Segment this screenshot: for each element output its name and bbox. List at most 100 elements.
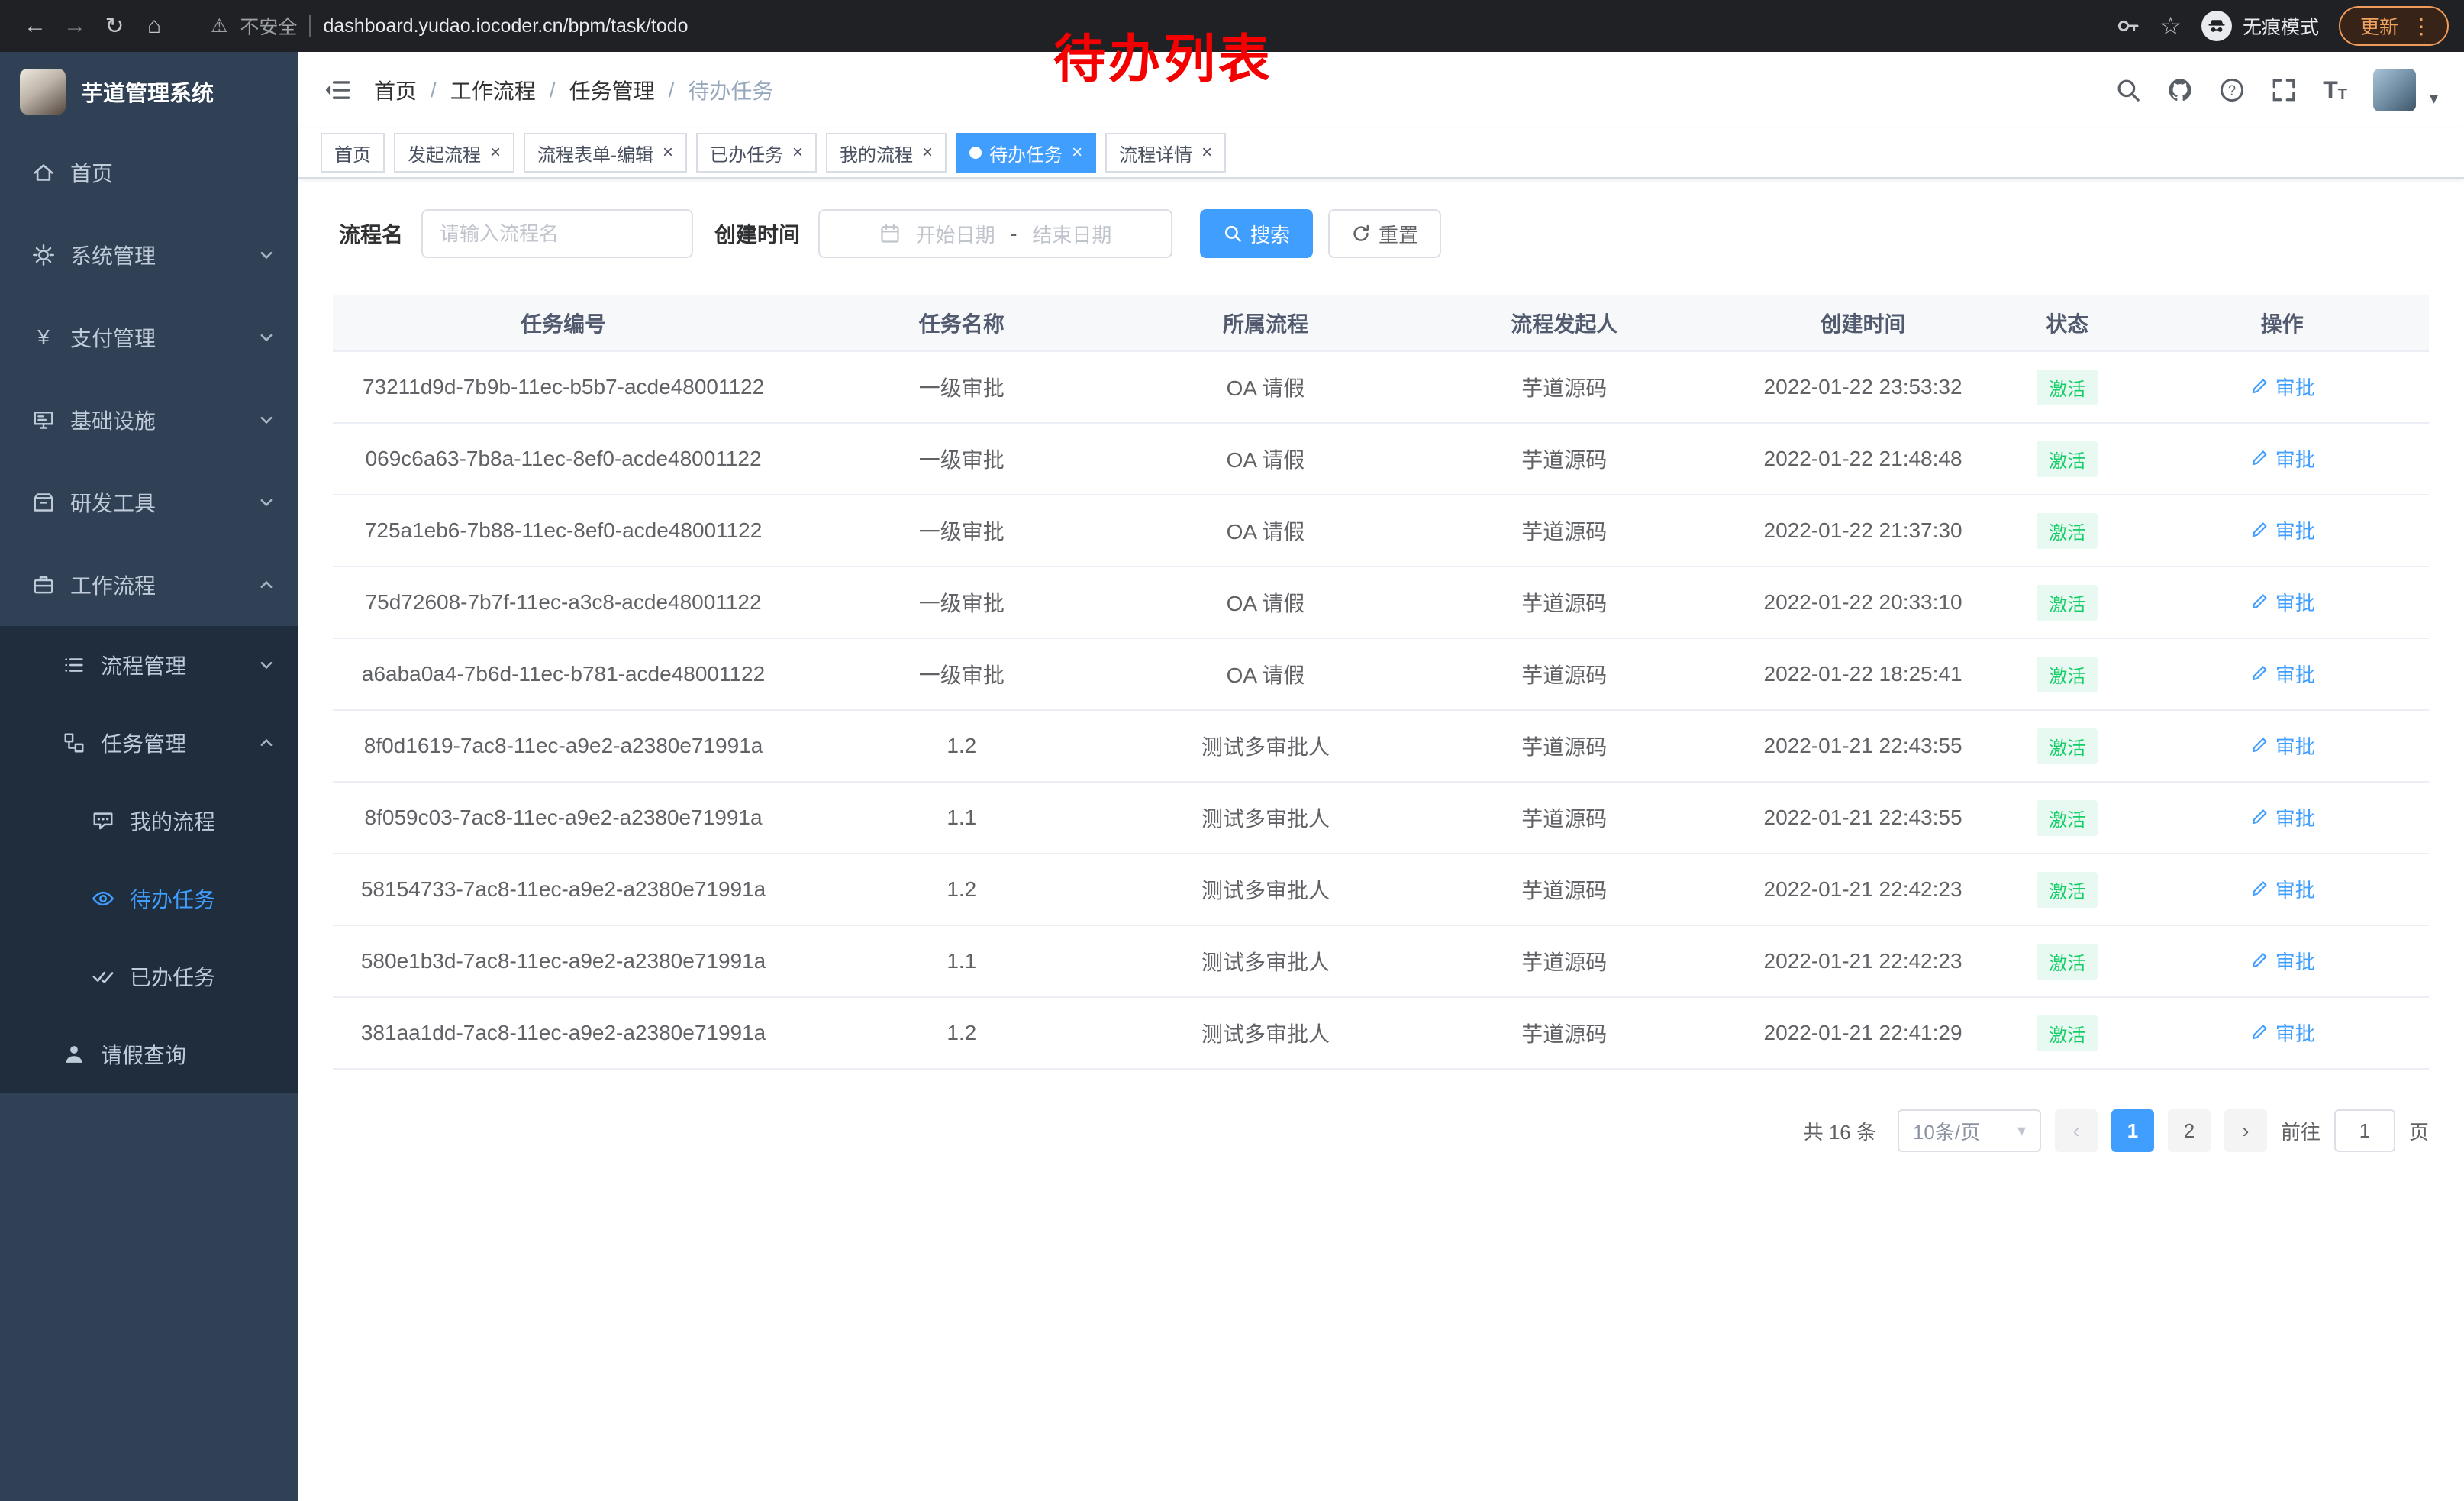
sidebar-item-infrastructure[interactable]: 基础设施 bbox=[0, 379, 298, 461]
update-button[interactable]: 更新 ⋮ bbox=[2339, 6, 2449, 46]
cell-initiator: 芋道源码 bbox=[1401, 351, 1727, 423]
goto-label: 前往 bbox=[2281, 1117, 2320, 1145]
sidebar-item-workflow[interactable]: 工作流程 bbox=[0, 544, 298, 626]
avatar-caret-icon[interactable]: ▾ bbox=[2430, 89, 2438, 111]
process-name-input[interactable] bbox=[421, 209, 693, 258]
tab-close-icon[interactable]: × bbox=[1201, 144, 1212, 162]
sidebar-collapse-icon[interactable] bbox=[324, 76, 351, 104]
cell-task-id: a6aba0a4-7b6d-11ec-b781-acde48001122 bbox=[333, 638, 794, 710]
tab-form-edit[interactable]: 流程表单-编辑 × bbox=[524, 133, 687, 173]
sidebar-item-payment[interactable]: ¥ 支付管理 bbox=[0, 296, 298, 379]
tab-close-icon[interactable]: × bbox=[490, 144, 501, 162]
approve-link[interactable]: 审批 bbox=[2250, 373, 2315, 401]
github-icon[interactable] bbox=[2167, 77, 2193, 103]
tab-close-icon[interactable]: × bbox=[663, 144, 673, 162]
end-date-placeholder: 结束日期 bbox=[1032, 220, 1111, 248]
breadcrumb-separator: / bbox=[550, 78, 556, 102]
breadcrumb-item[interactable]: 首页 bbox=[374, 75, 417, 105]
sidebar-item-leave-query[interactable]: 请假查询 bbox=[0, 1015, 298, 1093]
status-badge: 激活 bbox=[2037, 1015, 2098, 1051]
password-key-icon[interactable] bbox=[2115, 14, 2140, 38]
tab-done-task[interactable]: 已办任务 × bbox=[696, 133, 817, 173]
security-label[interactable]: 不安全 bbox=[240, 12, 297, 40]
tab-close-icon[interactable]: × bbox=[922, 144, 933, 162]
browser-menu-icon[interactable]: ⋮ bbox=[2411, 14, 2432, 39]
page-button-1[interactable]: 1 bbox=[2111, 1109, 2154, 1152]
cell-task-name: 一级审批 bbox=[794, 567, 1129, 638]
cell-action: 审批 bbox=[2136, 997, 2429, 1069]
breadcrumb-separator: / bbox=[431, 78, 437, 102]
approve-link[interactable]: 审批 bbox=[2250, 731, 2315, 760]
status-badge: 激活 bbox=[2037, 441, 2098, 477]
tab-label: 流程详情 bbox=[1119, 140, 1192, 166]
approve-link[interactable]: 审批 bbox=[2250, 660, 2315, 688]
cell-status: 激活 bbox=[1999, 567, 2135, 638]
url-text[interactable]: dashboard.yudao.iocoder.cn/bpm/task/todo bbox=[323, 15, 688, 37]
sidebar-item-system[interactable]: 系统管理 bbox=[0, 214, 298, 296]
tab-start-process[interactable]: 发起流程 × bbox=[394, 133, 514, 173]
fullscreen-icon[interactable] bbox=[2271, 77, 2297, 103]
chevron-down-icon bbox=[258, 494, 275, 511]
sidebar-item-process-management[interactable]: 流程管理 bbox=[0, 626, 298, 704]
status-badge: 激活 bbox=[2037, 728, 2098, 764]
breadcrumb-item[interactable]: 任务管理 bbox=[569, 75, 655, 105]
reset-button[interactable]: 重置 bbox=[1328, 209, 1441, 258]
page-size-select[interactable]: 10条/页 ▾ bbox=[1898, 1109, 2041, 1152]
approve-link[interactable]: 审批 bbox=[2250, 875, 2315, 903]
top-navbar: 首页 / 工作流程 / 任务管理 / 待办任务 ? bbox=[298, 52, 2464, 128]
process-name-label: 流程名 bbox=[339, 218, 403, 249]
browser-reload-button[interactable]: ↻ bbox=[95, 6, 134, 46]
security-warning-icon: ⚠ bbox=[211, 15, 227, 37]
tab-close-icon[interactable]: × bbox=[1072, 144, 1082, 162]
cell-process: 测试多审批人 bbox=[1129, 854, 1401, 925]
cell-created: 2022-01-22 23:53:32 bbox=[1727, 351, 1999, 423]
approve-link[interactable]: 审批 bbox=[2250, 947, 2315, 975]
tab-label: 已办任务 bbox=[710, 140, 783, 166]
sidebar-item-home[interactable]: 首页 bbox=[0, 131, 298, 214]
approve-link[interactable]: 审批 bbox=[2250, 516, 2315, 544]
browser-home-button[interactable]: ⌂ bbox=[134, 6, 174, 46]
approve-link[interactable]: 审批 bbox=[2250, 803, 2315, 831]
tab-close-icon[interactable]: × bbox=[792, 144, 803, 162]
browser-back-button[interactable]: ← bbox=[15, 6, 55, 46]
update-button-label: 更新 bbox=[2360, 12, 2398, 40]
user-avatar[interactable] bbox=[2373, 69, 2416, 111]
approve-link[interactable]: 审批 bbox=[2250, 588, 2315, 616]
app-logo[interactable]: 芋道管理系统 bbox=[0, 52, 298, 131]
breadcrumb-item[interactable]: 工作流程 bbox=[450, 75, 536, 105]
sidebar-item-devtools[interactable]: 研发工具 bbox=[0, 461, 298, 544]
goto-page-input[interactable] bbox=[2334, 1109, 2395, 1152]
browser-forward-button[interactable]: → bbox=[55, 6, 95, 46]
flow-icon bbox=[63, 731, 85, 754]
approve-link[interactable]: 审批 bbox=[2250, 444, 2315, 473]
approve-link-label: 审批 bbox=[2275, 731, 2315, 760]
sidebar-item-my-process[interactable]: 我的流程 bbox=[0, 782, 298, 860]
annotation-overlay-text: 待办列表 bbox=[1053, 17, 1273, 92]
sidebar-item-todo-task[interactable]: 待办任务 bbox=[0, 860, 298, 938]
refresh-icon bbox=[1351, 224, 1371, 244]
search-icon[interactable] bbox=[2115, 77, 2141, 103]
text-size-icon[interactable]: TT bbox=[2323, 78, 2347, 102]
tab-home[interactable]: 首页 bbox=[321, 133, 385, 173]
toolbox-icon bbox=[32, 491, 55, 514]
page-button-2[interactable]: 2 bbox=[2168, 1109, 2211, 1152]
tab-process-detail[interactable]: 流程详情 × bbox=[1105, 133, 1226, 173]
next-page-button[interactable]: › bbox=[2224, 1109, 2267, 1152]
approve-link[interactable]: 审批 bbox=[2250, 1018, 2315, 1047]
list-icon bbox=[63, 654, 85, 676]
cell-process: 测试多审批人 bbox=[1129, 710, 1401, 782]
tab-label: 流程表单-编辑 bbox=[537, 140, 653, 166]
status-badge: 激活 bbox=[2037, 513, 2098, 549]
approve-link-label: 审批 bbox=[2275, 803, 2315, 831]
cell-initiator: 芋道源码 bbox=[1401, 495, 1727, 567]
pagination: 共 16 条 10条/页 ▾ ‹ 1 2 › 前往 页 bbox=[333, 1109, 2429, 1152]
tab-todo-task[interactable]: 待办任务 × bbox=[956, 133, 1096, 173]
bookmark-star-icon[interactable]: ☆ bbox=[2159, 11, 2182, 40]
tab-my-process[interactable]: 我的流程 × bbox=[826, 133, 947, 173]
prev-page-button[interactable]: ‹ bbox=[2055, 1109, 2098, 1152]
sidebar-item-task-management[interactable]: 任务管理 bbox=[0, 704, 298, 782]
sidebar-item-done-task[interactable]: 已办任务 bbox=[0, 938, 298, 1015]
search-button[interactable]: 搜索 bbox=[1200, 209, 1313, 258]
help-icon[interactable]: ? bbox=[2219, 77, 2245, 103]
date-range-picker[interactable]: 开始日期 - 结束日期 bbox=[818, 209, 1172, 258]
